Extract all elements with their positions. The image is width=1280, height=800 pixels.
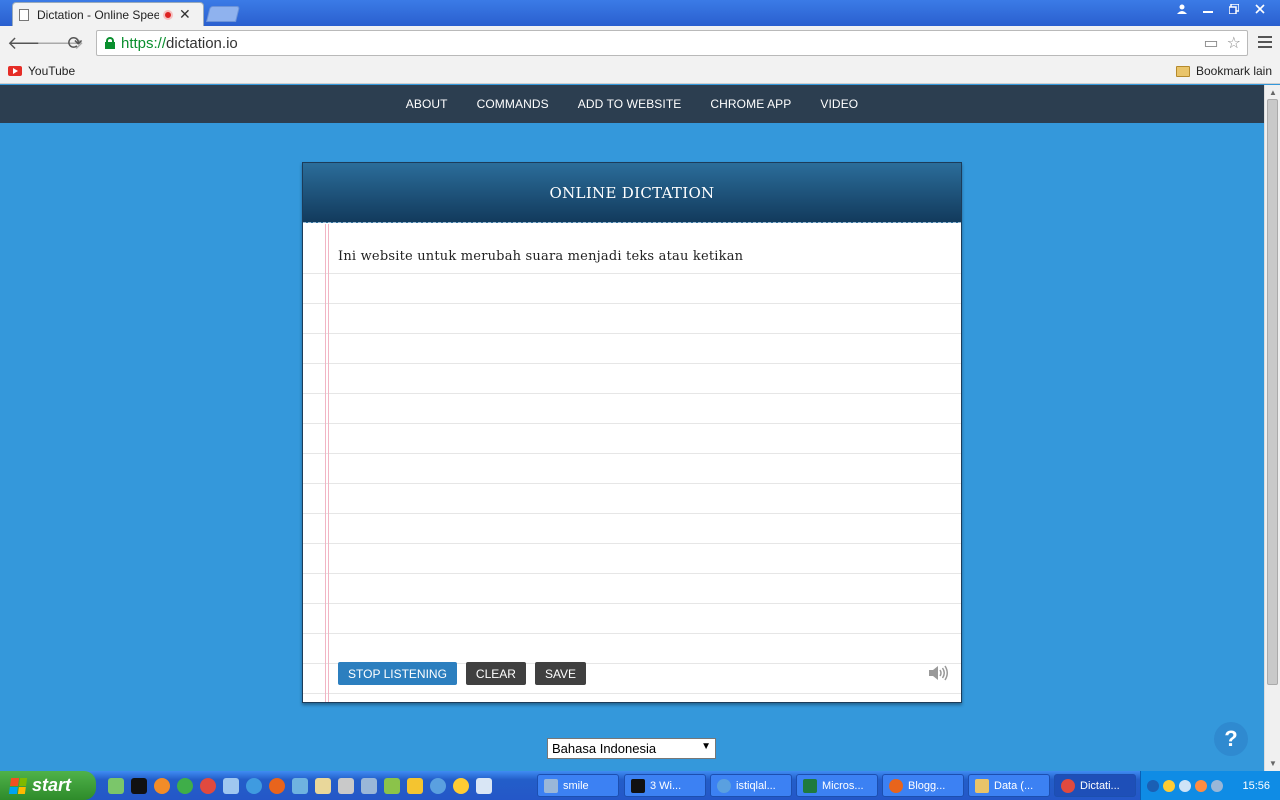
smiley-icon[interactable] (1163, 779, 1175, 792)
quicklaunch-app-icon[interactable] (292, 777, 308, 794)
quicklaunch-app-icon[interactable] (407, 777, 423, 794)
quicklaunch-app-icon[interactable] (108, 777, 124, 794)
quick-launch (108, 777, 492, 794)
network-icon[interactable] (1179, 779, 1191, 792)
bookmark-youtube[interactable]: YouTube (8, 64, 75, 78)
scrollbar-thumb[interactable] (1267, 99, 1278, 685)
restore-icon[interactable] (1222, 0, 1246, 18)
quicklaunch-app-icon[interactable] (315, 777, 331, 794)
clear-button[interactable]: CLEAR (465, 662, 526, 685)
quicklaunch-app-icon[interactable] (338, 777, 354, 794)
taskbar-item[interactable]: istiqlal... (710, 774, 792, 797)
bookmarks-bar: YouTube Bookmark lain (0, 60, 1280, 84)
address-bar[interactable]: https://dictation.io ▭ ☆ (96, 30, 1248, 56)
close-window-icon[interactable] (1248, 0, 1272, 18)
page-scrollbar[interactable]: ▲ ▼ (1264, 85, 1280, 771)
quicklaunch-app-icon[interactable] (476, 777, 492, 794)
language-selected: Bahasa Indonesia (552, 741, 657, 756)
tab-title: Dictation - Online Speech (37, 7, 159, 22)
tray-expand-icon[interactable] (1147, 779, 1159, 792)
scroll-down-icon[interactable]: ▼ (1269, 759, 1277, 768)
quicklaunch-app-icon[interactable] (177, 777, 193, 794)
web-page: ABOUT COMMANDS ADD TO WEBSITE CHROME APP… (0, 85, 1264, 771)
taskbar-item[interactable]: Blogg... (882, 774, 964, 797)
start-button[interactable]: start (0, 771, 96, 800)
page-icon (19, 8, 29, 21)
tab-close-icon[interactable]: ✕ (179, 6, 191, 23)
forward-icon[interactable]: 🡒 (36, 33, 84, 53)
reload-icon[interactable]: ⟳ (65, 33, 85, 53)
quicklaunch-app-icon[interactable] (430, 777, 446, 794)
window-controls (1170, 0, 1272, 18)
quicklaunch-app-icon[interactable] (246, 777, 262, 794)
help-button[interactable]: ? (1214, 722, 1248, 756)
firefox-icon[interactable] (269, 777, 285, 794)
youtube-icon (8, 66, 22, 76)
user-icon[interactable] (1170, 0, 1194, 18)
taskbar-item[interactable]: Micros... (796, 774, 878, 797)
minimize-icon[interactable] (1196, 0, 1220, 18)
dictation-card: ONLINE DICTATION Ini website untuk merub… (302, 162, 962, 703)
speaker-icon[interactable] (927, 664, 949, 682)
smiley-icon[interactable] (453, 777, 469, 794)
start-label: start (32, 775, 72, 795)
bookmark-youtube-label: YouTube (28, 64, 76, 78)
browser-titlebar: Dictation - Online Speech ✕ (0, 0, 1280, 26)
taskbar-item[interactable]: smile (537, 774, 619, 797)
star-icon[interactable]: ☆ (1227, 33, 1241, 53)
nav-video[interactable]: VIDEO (820, 97, 858, 111)
dictation-text: Ini website untuk merubah suara menjadi … (338, 249, 744, 264)
browser-toolbar: 🡐 🡒 ⟳ https://dictation.io ▭ ☆ (0, 26, 1280, 60)
folder-icon (1175, 65, 1190, 77)
tray-app-icon[interactable] (1211, 779, 1223, 792)
taskbar-item[interactable]: 3 Wi... (624, 774, 706, 797)
menu-icon[interactable] (1258, 36, 1272, 51)
nav-add-to-website[interactable]: ADD TO WEBSITE (578, 97, 682, 111)
nav-chrome-app[interactable]: CHROME APP (710, 97, 791, 111)
recording-indicator-icon (163, 9, 173, 20)
card-header: ONLINE DICTATION (303, 163, 961, 223)
taskbar-item[interactable]: Data (... (968, 774, 1050, 797)
new-tab-button[interactable] (206, 6, 240, 22)
quicklaunch-app-icon[interactable] (223, 777, 239, 794)
url-text: https://dictation.io (121, 34, 238, 52)
bookmark-other-label: Bookmark lain (1195, 64, 1272, 78)
save-button[interactable]: SAVE (534, 662, 587, 685)
site-nav: ABOUT COMMANDS ADD TO WEBSITE CHROME APP… (0, 85, 1264, 123)
card-title: ONLINE DICTATION (549, 183, 715, 202)
language-select[interactable]: Bahasa Indonesia ▼ (547, 738, 716, 759)
system-tray: 15:56 (1140, 771, 1280, 800)
quicklaunch-app-icon[interactable] (384, 777, 400, 794)
windows-flag-icon (8, 777, 28, 794)
tray-app-icon[interactable] (1195, 779, 1207, 792)
nav-about[interactable]: ABOUT (406, 97, 448, 111)
quicklaunch-app-icon[interactable] (154, 777, 170, 794)
cmd-icon[interactable] (131, 777, 147, 794)
dictation-textarea[interactable]: Ini website untuk merubah suara menjadi … (303, 224, 961, 702)
scroll-up-icon[interactable]: ▲ (1269, 88, 1277, 97)
chrome-icon[interactable] (200, 777, 216, 794)
nav-commands[interactable]: COMMANDS (477, 97, 549, 111)
dictation-controls: STOP LISTENING CLEAR SAVE (338, 662, 587, 685)
stop-listening-button[interactable]: STOP LISTENING (338, 662, 457, 685)
back-icon[interactable]: 🡐 (7, 33, 55, 53)
taskbar: start smile 3 Wi... istiqlal... Micros..… (0, 771, 1280, 800)
margin-line (325, 224, 329, 702)
chevron-down-icon: ▼ (701, 741, 711, 752)
browser-tab[interactable]: Dictation - Online Speech ✕ (12, 2, 204, 26)
lock-icon (105, 37, 115, 49)
taskbar-item-active[interactable]: Dictati... (1054, 774, 1136, 797)
clock: 15:56 (1242, 779, 1270, 792)
quicklaunch-app-icon[interactable] (361, 777, 377, 794)
camera-icon[interactable]: ▭ (1204, 33, 1219, 53)
bookmark-other[interactable]: Bookmark lain (1175, 64, 1272, 78)
